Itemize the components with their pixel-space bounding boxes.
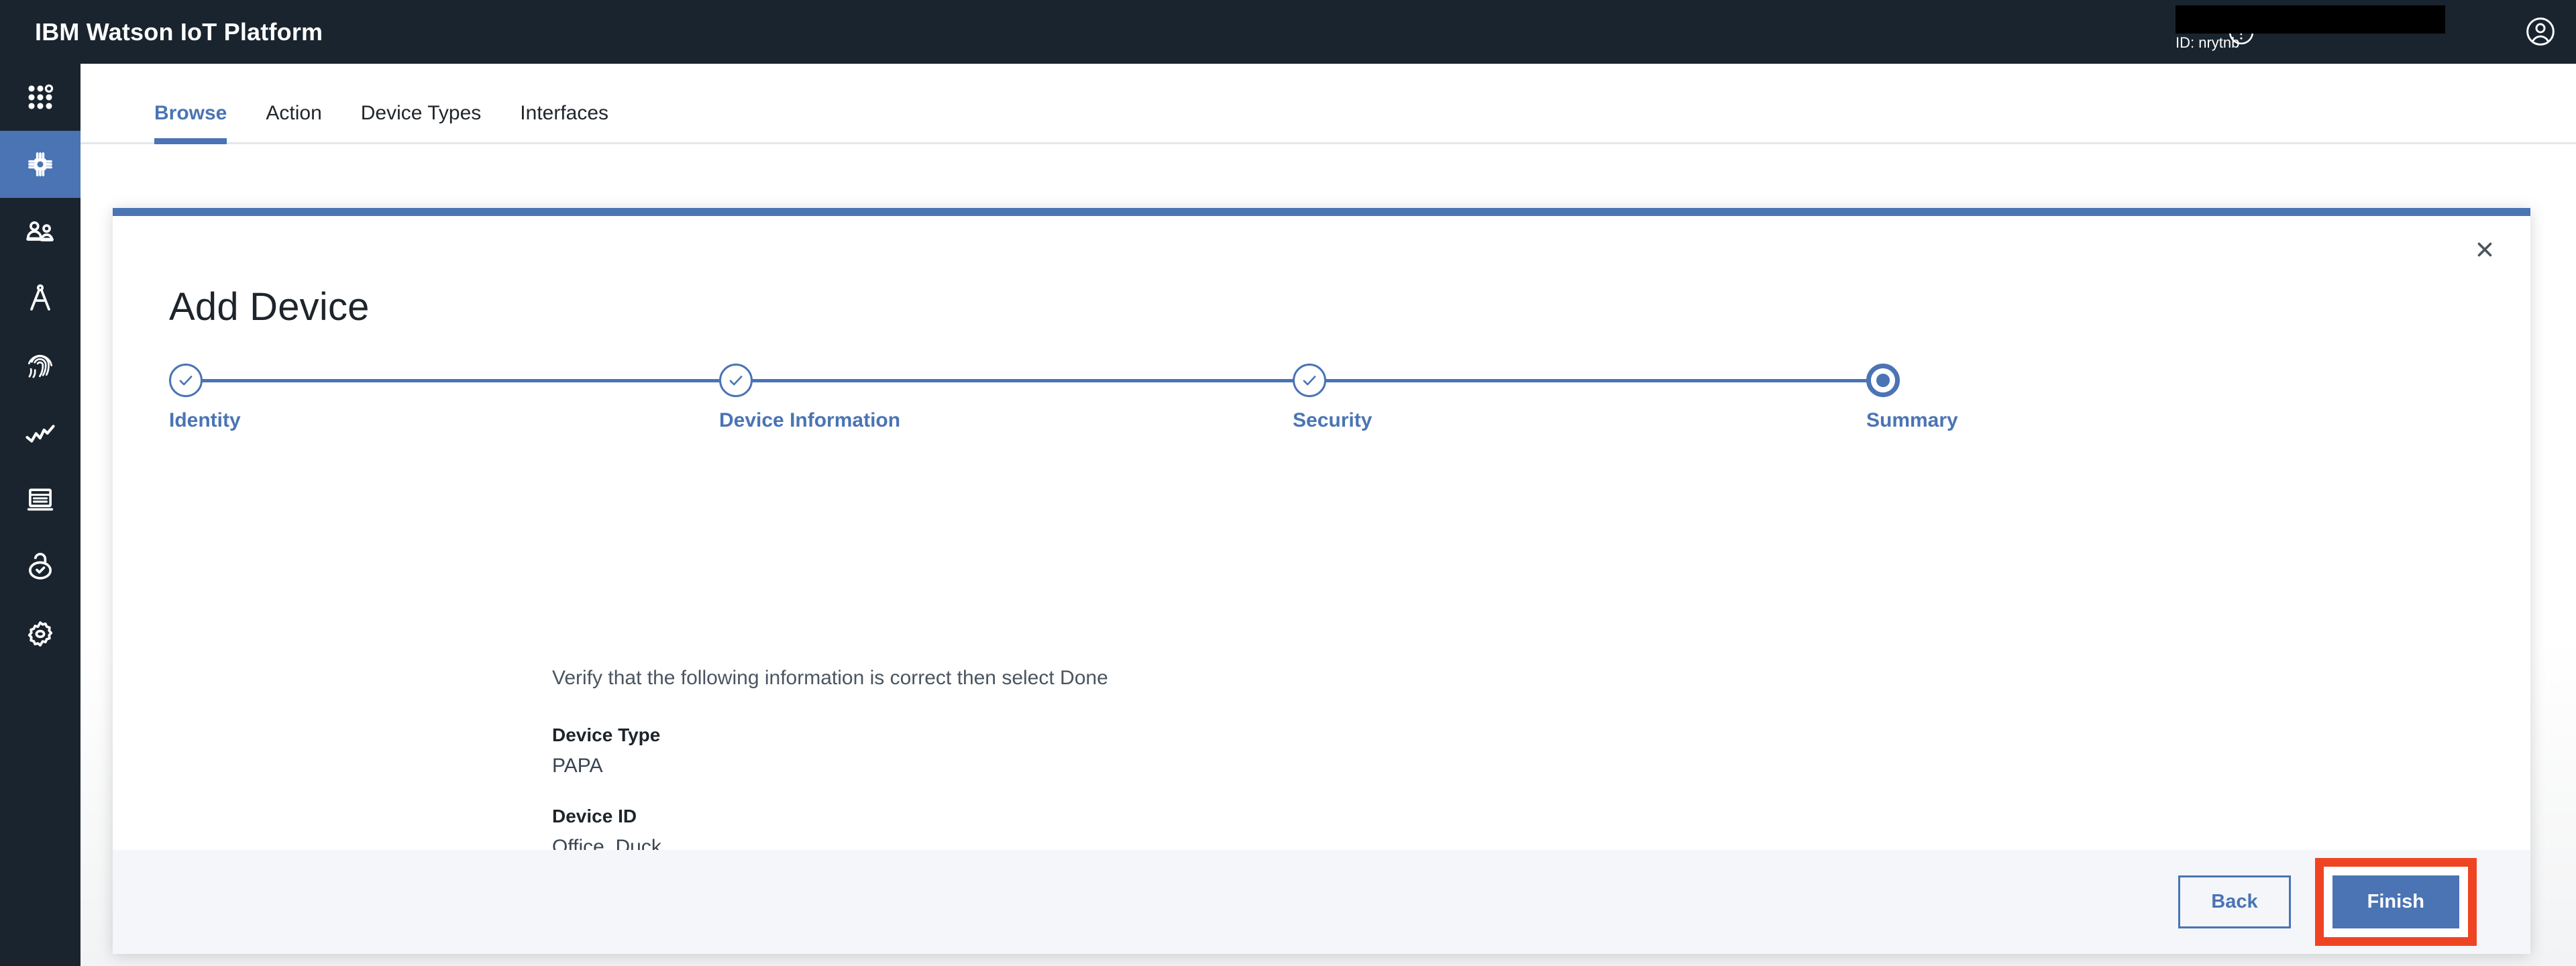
boards-document-icon <box>23 482 58 517</box>
user-avatar-icon[interactable] <box>2524 15 2557 48</box>
section-tab-bar: Browse Action Device Types Interfaces <box>80 64 2576 144</box>
wizard-stepper: Identity Device Information Security <box>169 364 2463 451</box>
apps-grid-icon <box>23 80 58 115</box>
verify-instruction-text: Verify that the following information is… <box>552 667 1108 690</box>
step-current-indicator <box>1866 364 1900 397</box>
account-info: ID: nrytnb <box>2176 5 2445 47</box>
chip-device-icon <box>23 147 58 182</box>
rail-item-boards[interactable] <box>0 466 80 533</box>
rail-item-design[interactable] <box>0 265 80 332</box>
rail-item-security[interactable] <box>0 533 80 600</box>
top-header: IBM Watson IoT Platform ID: nrytnb <box>0 0 2576 64</box>
step-current-dot <box>1876 374 1890 387</box>
account-id-label: ID: nrytnb <box>2176 36 2445 50</box>
tab-action-label: Action <box>266 102 321 124</box>
step-device-information-label: Device Information <box>719 409 900 432</box>
step-check-icon <box>719 364 753 397</box>
close-x-icon[interactable] <box>2470 235 2500 264</box>
tab-browse[interactable]: Browse <box>154 102 227 142</box>
back-button[interactable]: Back <box>2178 875 2290 928</box>
analytics-line-icon <box>23 415 58 450</box>
finish-button[interactable]: Finish <box>2332 875 2459 928</box>
tab-device-types-label: Device Types <box>361 102 482 124</box>
rail-item-analytics[interactable] <box>0 399 80 466</box>
fingerprint-icon <box>23 348 58 383</box>
tab-action[interactable]: Action <box>266 102 321 142</box>
finish-button-highlight-annotation: Finish <box>2315 858 2477 946</box>
rail-item-users[interactable] <box>0 198 80 265</box>
tab-interfaces[interactable]: Interfaces <box>520 102 608 142</box>
application-window: IBM Watson IoT Platform ID: nrytnb <box>0 0 2576 966</box>
field-device-type: Device Type PAPA <box>552 724 1108 777</box>
tab-device-types[interactable]: Device Types <box>361 102 482 142</box>
rail-item-settings[interactable] <box>0 600 80 667</box>
rail-item-security-fingerprint[interactable] <box>0 332 80 399</box>
users-icon <box>23 214 58 249</box>
step-check-icon <box>169 364 203 397</box>
rail-item-devices[interactable] <box>0 131 80 198</box>
add-device-modal: Add Device Identity Dev <box>113 208 2530 954</box>
step-connector-3 <box>1309 379 1883 382</box>
step-check-icon <box>1293 364 1326 397</box>
rail-item-apps[interactable] <box>0 64 80 131</box>
security-lock-check-icon <box>23 549 58 584</box>
compass-drafting-icon <box>23 281 58 316</box>
step-connector-1 <box>186 379 736 382</box>
step-identity-label: Identity <box>169 409 241 432</box>
device-type-label: Device Type <box>552 724 1108 746</box>
step-connector-2 <box>736 379 1309 382</box>
settings-gear-icon <box>23 616 58 651</box>
page-title: Add Device <box>169 284 370 329</box>
left-navigation-rail <box>0 64 80 966</box>
step-summary-label: Summary <box>1866 409 1958 432</box>
device-type-value: PAPA <box>552 755 1108 777</box>
tab-browse-label: Browse <box>154 102 227 124</box>
step-security-label: Security <box>1293 409 1372 432</box>
tab-interfaces-label: Interfaces <box>520 102 608 124</box>
app-brand-title: IBM Watson IoT Platform <box>35 18 323 46</box>
modal-footer: Back Finish <box>113 850 2530 954</box>
redacted-account-name <box>2176 5 2445 34</box>
device-id-label: Device ID <box>552 806 1108 827</box>
